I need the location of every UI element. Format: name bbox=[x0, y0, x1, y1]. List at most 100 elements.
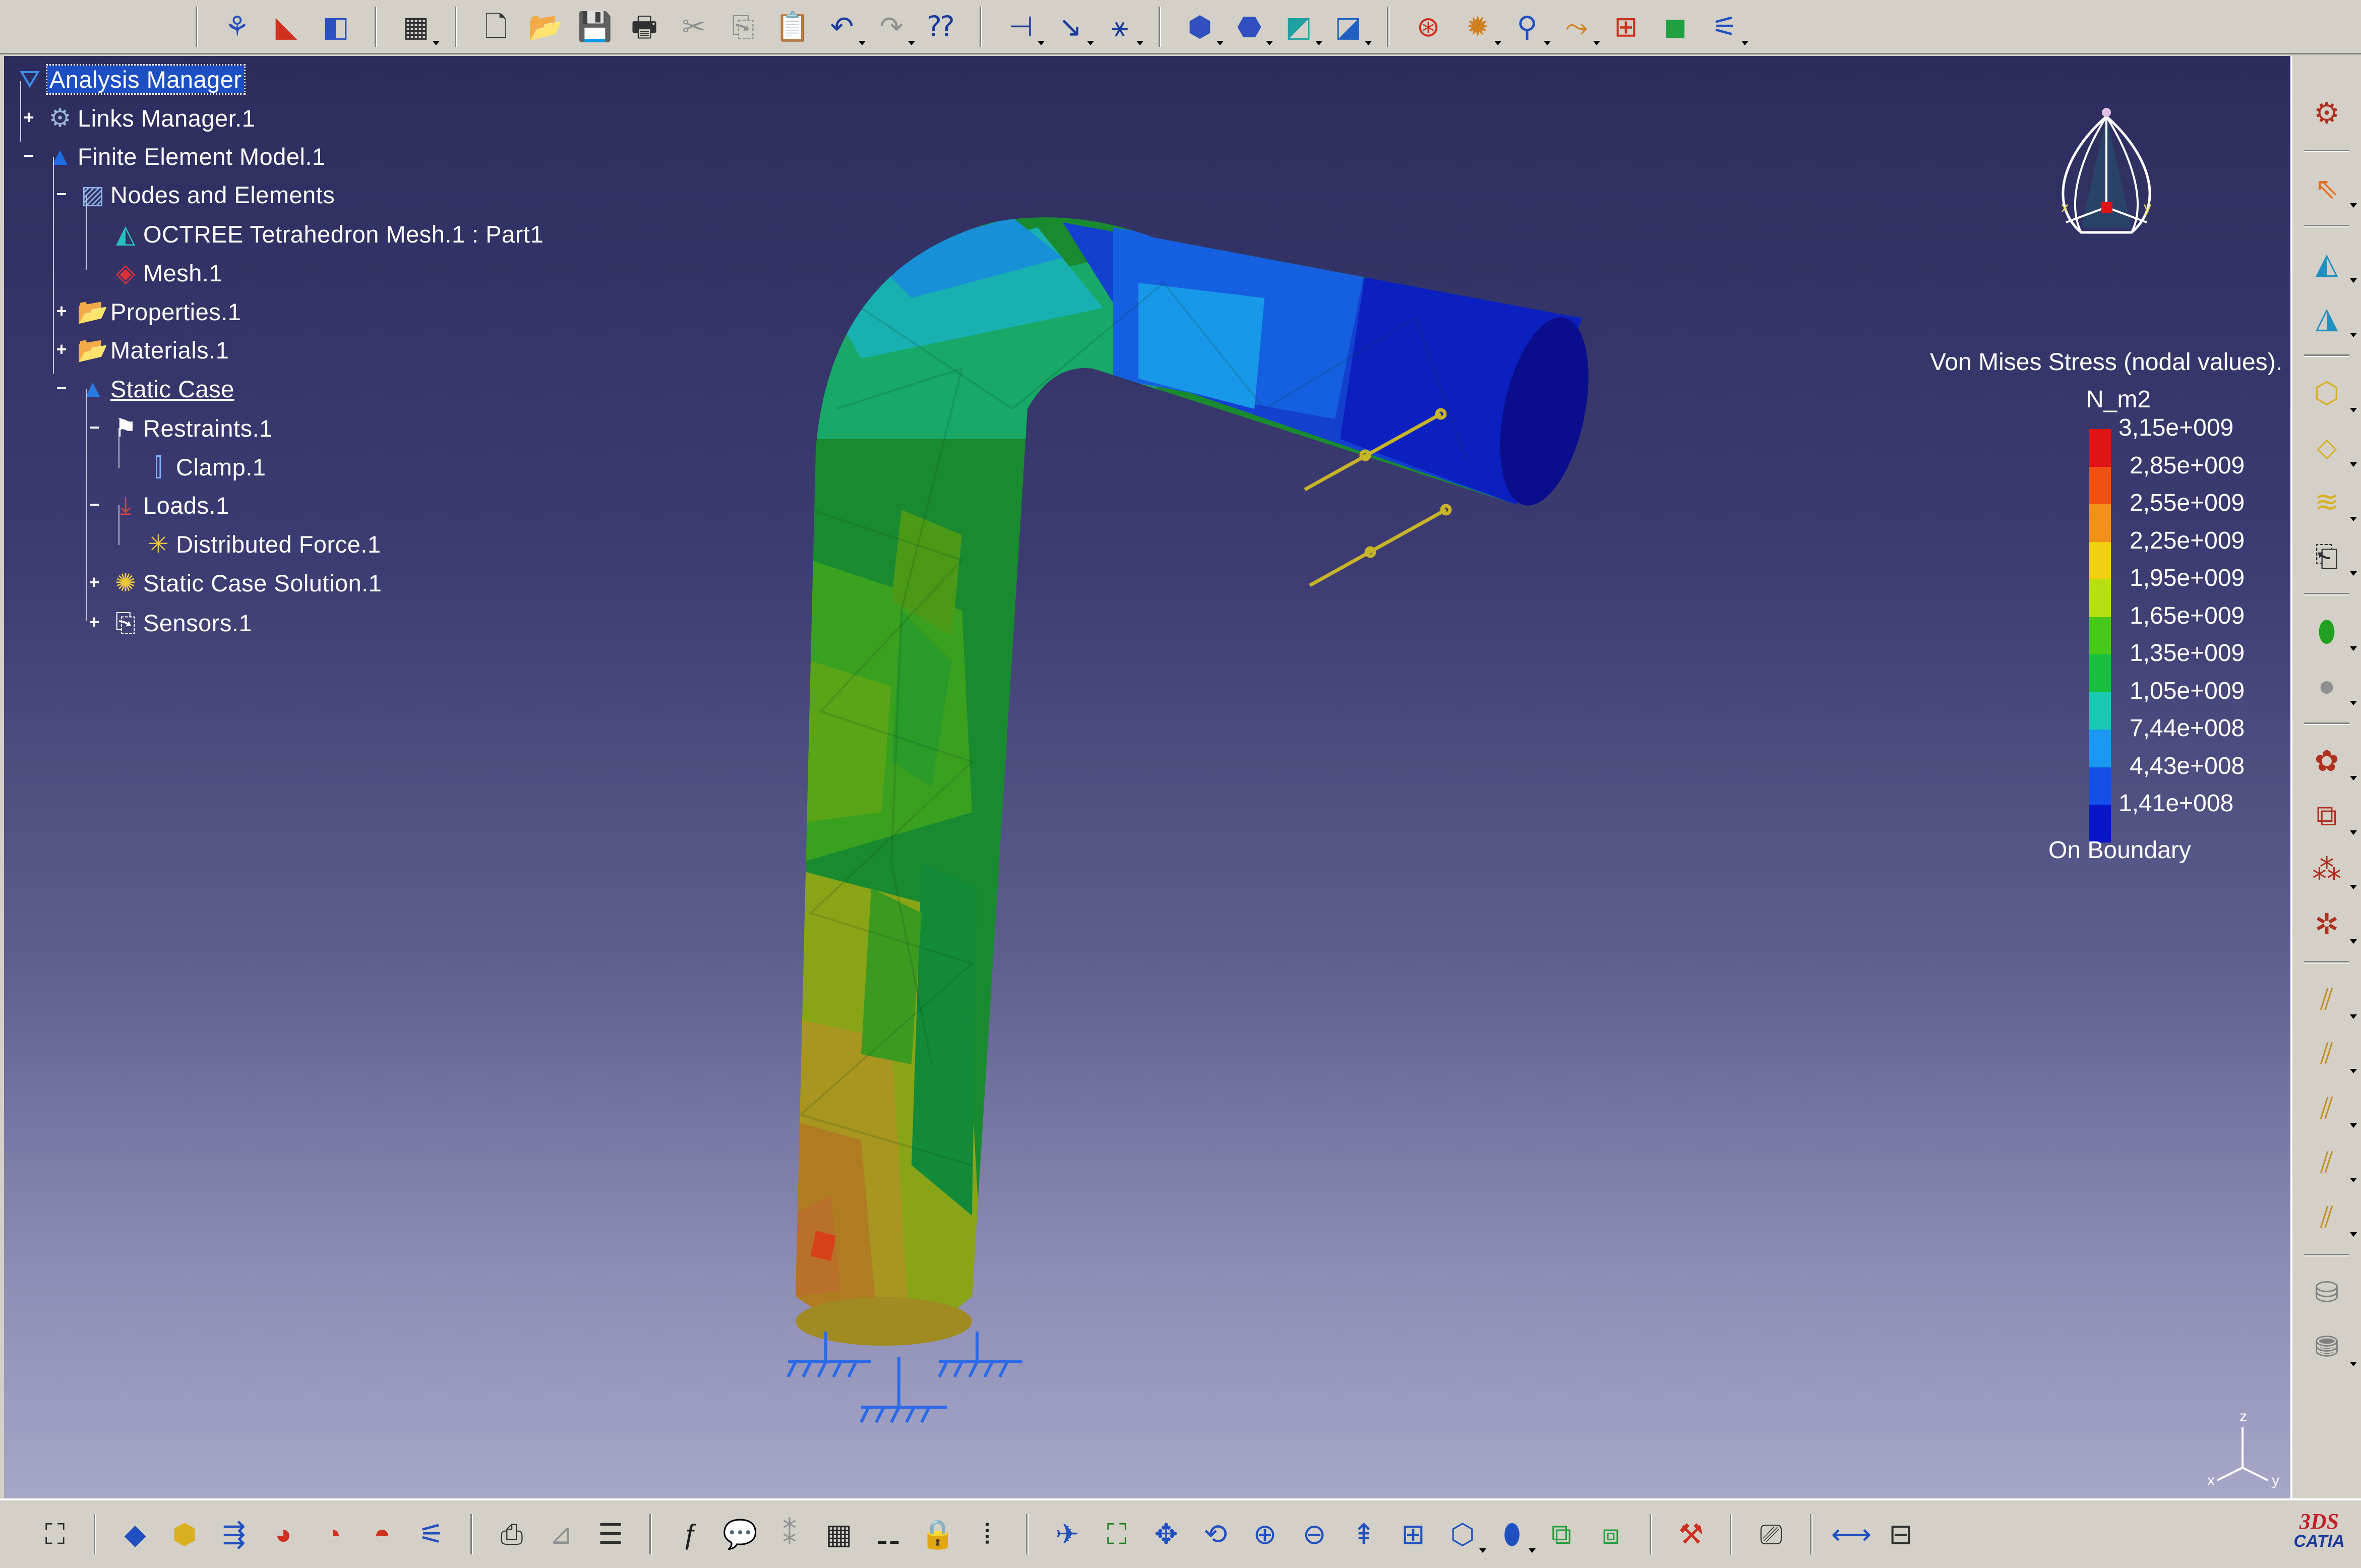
sphere-icon[interactable]: ● bbox=[2306, 665, 2357, 707]
tree-node[interactable]: ⤓ Loads.1 bbox=[110, 487, 229, 523]
calculator-icon[interactable]: ▦ bbox=[396, 7, 440, 46]
new-document-icon[interactable]: 🗋 bbox=[476, 7, 516, 46]
tree-node[interactable]: ▨ Nodes and Elements bbox=[77, 176, 335, 213]
knowledge-icon[interactable]: ⚘ bbox=[217, 7, 257, 46]
restraint-icon[interactable]: ⊣ bbox=[1001, 7, 1045, 46]
image-edit-icon[interactable]: ⊛ bbox=[1409, 7, 1448, 46]
mesh-view-icon[interactable]: ⬣ bbox=[1230, 7, 1273, 46]
analysis-workbench-icon[interactable]: ◣ bbox=[267, 7, 306, 46]
group-box-icon[interactable]: ⧉ bbox=[2306, 795, 2357, 837]
print-icon[interactable]: 🖶 bbox=[625, 7, 664, 46]
copy-icon[interactable]: ⎘ bbox=[723, 7, 763, 46]
expand-icon[interactable]: + bbox=[53, 302, 70, 320]
collapse-icon[interactable]: − bbox=[53, 379, 70, 397]
report-icon[interactable]: ⚟ bbox=[1705, 7, 1748, 46]
collapse-icon[interactable]: − bbox=[53, 185, 70, 203]
tree-node[interactable]: ◈ Mesh.1 bbox=[110, 255, 222, 291]
bolt-tightening-icon[interactable]: ⛃ bbox=[2306, 1326, 2357, 1368]
notes-icon[interactable]: ☰ bbox=[591, 1515, 630, 1554]
user-property-icon[interactable]: ⎗ bbox=[2306, 535, 2357, 578]
multi-view-icon[interactable]: ⊞ bbox=[1394, 1515, 1433, 1554]
capture-icon[interactable]: ⎚ bbox=[1751, 1515, 1791, 1554]
rotate-icon[interactable]: ⟲ bbox=[1196, 1515, 1235, 1554]
knowledge-tree-icon[interactable]: ⚋ bbox=[869, 1515, 908, 1554]
connection-5-icon[interactable]: ⫽ bbox=[2306, 1196, 2357, 1239]
cut-plane-icon[interactable]: ⤳ bbox=[1557, 7, 1600, 46]
fem-model-view[interactable] bbox=[4, 56, 2290, 1498]
material-icon[interactable]: ⬮ bbox=[2306, 611, 2357, 653]
save-icon[interactable]: 💾 bbox=[575, 7, 615, 46]
collapse-icon[interactable]: − bbox=[20, 147, 37, 165]
connection-3-icon[interactable]: ⫽ bbox=[2306, 1088, 2357, 1130]
tree-node[interactable]: ▲ Finite Element Model.1 bbox=[44, 138, 326, 174]
mesh-part-icon[interactable]: ◭ bbox=[2306, 243, 2357, 285]
palette-icon[interactable]: ◼ bbox=[1656, 7, 1695, 46]
expand-icon[interactable]: + bbox=[20, 108, 37, 127]
zoom-out-icon[interactable]: ⊖ bbox=[1295, 1515, 1334, 1554]
open-folder-icon[interactable]: 📂 bbox=[526, 7, 565, 46]
tree-node[interactable]: ✳ Distributed Force.1 bbox=[143, 526, 381, 562]
group-point-icon[interactable]: ⁂ bbox=[2306, 849, 2357, 891]
shading-icon[interactable]: ⬮ bbox=[1492, 1515, 1536, 1554]
fly-icon[interactable]: ✈ bbox=[1048, 1515, 1087, 1554]
expand-icon[interactable]: + bbox=[86, 613, 103, 631]
plate-icon[interactable]: ⬦ bbox=[2306, 427, 2357, 469]
zoom-in-icon[interactable]: ⊕ bbox=[1245, 1515, 1285, 1554]
cube-icon[interactable]: ⬡ bbox=[2306, 372, 2357, 414]
tree-node[interactable]: ⛛ Analysis Manager bbox=[14, 61, 246, 97]
image-displacement-icon[interactable]: ⇶ bbox=[214, 1515, 254, 1554]
cut-view-icon[interactable]: ⚒ bbox=[1671, 1515, 1711, 1554]
layers-icon[interactable]: ≋ bbox=[2306, 481, 2357, 523]
whats-this-icon[interactable]: ⁇ bbox=[921, 7, 960, 46]
image-error-icon[interactable]: ◔ bbox=[313, 1515, 352, 1554]
lock-icon[interactable]: 🔒 bbox=[918, 1515, 957, 1554]
pan-icon[interactable]: ✥ bbox=[1146, 1515, 1186, 1554]
table-icon[interactable]: ▦ bbox=[819, 1515, 859, 1554]
compass[interactable]: x y bbox=[2036, 101, 2177, 253]
normal-view-icon[interactable]: ⇞ bbox=[1344, 1515, 1383, 1554]
expand-icon[interactable]: + bbox=[53, 340, 70, 358]
collapse-icon[interactable]: − bbox=[86, 496, 103, 514]
iso-view-icon[interactable]: ⬡ bbox=[1443, 1515, 1486, 1554]
settings-icon[interactable]: ⚙ bbox=[2306, 92, 2348, 135]
sketch-icon[interactable]: ⎙ bbox=[492, 1515, 531, 1554]
3d-viewport[interactable]: ⛛ Analysis Manager + ⚙ Links Manager.1− ▲ Fini… bbox=[4, 56, 2290, 1498]
stress-icon[interactable]: ◪ bbox=[1328, 7, 1372, 46]
comment-icon[interactable]: 💬 bbox=[720, 1515, 760, 1554]
image-report-icon[interactable]: ⚟ bbox=[412, 1515, 451, 1554]
image-principal-icon[interactable]: ◕ bbox=[264, 1515, 303, 1554]
bolt-icon[interactable]: ⛁ bbox=[2306, 1272, 2348, 1314]
mass-icon[interactable]: ⚹ bbox=[1100, 7, 1143, 46]
rule-icon[interactable]: ⁑ bbox=[770, 1515, 809, 1554]
compute-icon[interactable]: ⬢ bbox=[1180, 7, 1224, 46]
tree-node[interactable]: 📂 Properties.1 bbox=[77, 293, 241, 330]
tree-node[interactable]: 📂 Materials.1 bbox=[77, 332, 229, 368]
tree-node[interactable]: ⎘ Sensors.1 bbox=[110, 605, 252, 641]
tree-node[interactable]: ✺ Static Case Solution.1 bbox=[110, 565, 382, 601]
cut-icon[interactable]: ✂ bbox=[674, 7, 713, 46]
tree-node[interactable]: ⚙ Links Manager.1 bbox=[44, 100, 255, 136]
collapse-icon[interactable]: − bbox=[86, 418, 103, 437]
image-deform-icon[interactable]: ⬢ bbox=[165, 1515, 204, 1554]
select-icon[interactable]: ⇖ bbox=[2306, 167, 2357, 210]
spec-tree-icon[interactable]: ⛶ bbox=[35, 1515, 75, 1554]
amplification-icon[interactable]: ⊞ bbox=[1606, 7, 1646, 46]
light-icon[interactable]: ⚲ bbox=[1507, 7, 1551, 46]
paste-icon[interactable]: 📋 bbox=[773, 7, 812, 46]
group-sphere-icon[interactable]: ✲ bbox=[2306, 903, 2357, 946]
animate-icon[interactable]: ✹ bbox=[1458, 7, 1501, 46]
formula-icon[interactable]: ƒ bbox=[671, 1515, 710, 1554]
measure-between-icon[interactable]: ⟷ bbox=[1831, 1515, 1871, 1554]
deformation-icon[interactable]: ◩ bbox=[1279, 7, 1322, 46]
measure-icon[interactable]: ⊿ bbox=[541, 1515, 581, 1554]
parameters-icon[interactable]: ⦙ bbox=[967, 1515, 1007, 1554]
fit-all-icon[interactable]: ⛶ bbox=[1097, 1515, 1136, 1554]
tree-node[interactable]: ⫿ Clamp.1 bbox=[143, 449, 266, 485]
measure-item-icon[interactable]: ⊟ bbox=[1881, 1515, 1920, 1554]
image-stress-icon[interactable]: ◆ bbox=[115, 1515, 155, 1554]
sketch-analysis-icon[interactable]: ◧ bbox=[316, 7, 355, 46]
image-animate-icon[interactable]: ◓ bbox=[362, 1515, 402, 1554]
connection-4-icon[interactable]: ⫽ bbox=[2306, 1142, 2357, 1184]
redo-icon[interactable]: ↷ bbox=[872, 7, 915, 46]
hide-show-icon[interactable]: ⧉ bbox=[1542, 1515, 1581, 1554]
